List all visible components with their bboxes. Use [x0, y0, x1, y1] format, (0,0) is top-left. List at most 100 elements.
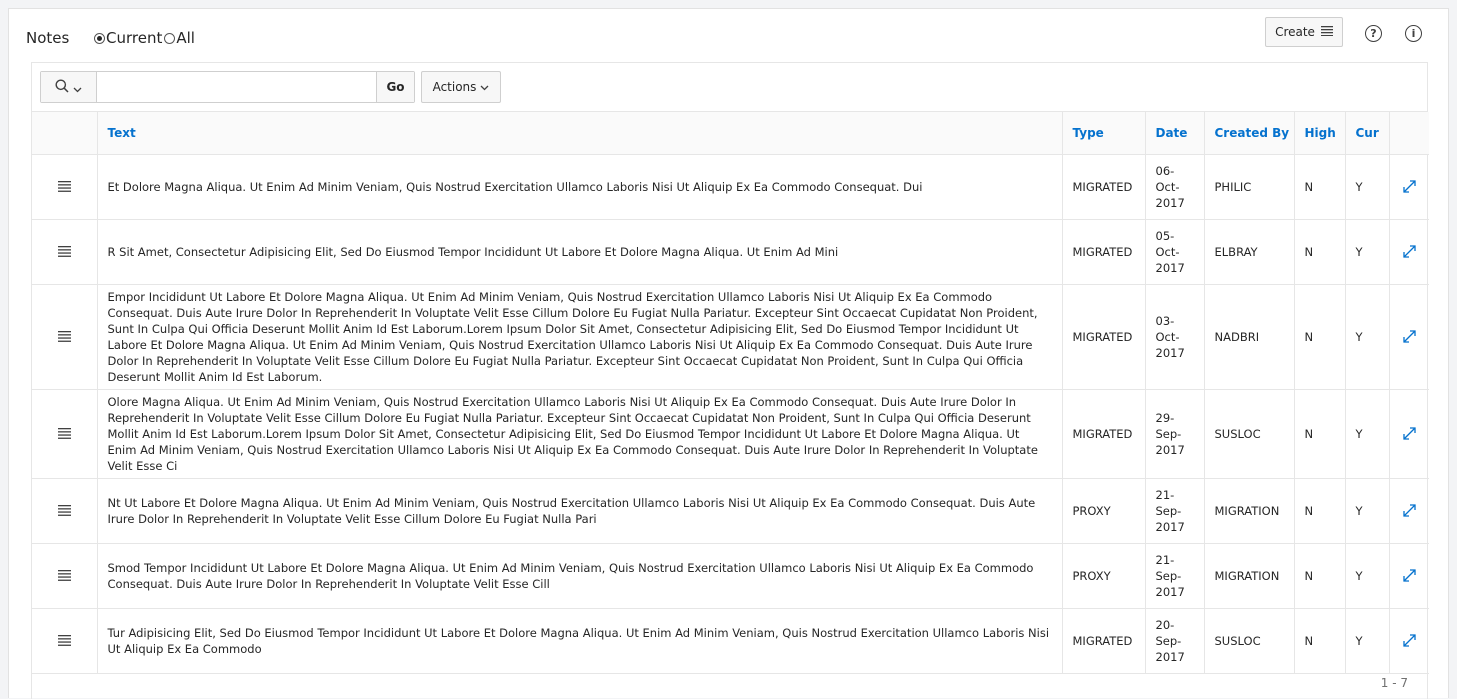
- radio-all[interactable]: All: [164, 29, 195, 47]
- cell-text: Et Dolore Magna Aliqua. Ut Enim Ad Minim…: [97, 154, 1063, 220]
- column-header-date[interactable]: Date: [1145, 112, 1205, 155]
- column-header-menu: [32, 112, 98, 155]
- expand-arrows-icon[interactable]: [1400, 568, 1420, 583]
- expand-cell: [1389, 608, 1429, 674]
- expand-arrows-icon[interactable]: [1400, 633, 1420, 648]
- cell-type: MIGRATED: [1062, 608, 1146, 674]
- row-menu-icon[interactable]: [42, 246, 87, 257]
- cell-date: 20-Sep-2017: [1145, 608, 1205, 674]
- search-input[interactable]: [97, 72, 376, 102]
- row-menu-cell: [32, 219, 98, 285]
- cell-text: Tur Adipisicing Elit, Sed Do Eiusmod Tem…: [97, 608, 1063, 674]
- row-menu-cell: [32, 154, 98, 220]
- cell-created-by: SUSLOC: [1204, 389, 1295, 479]
- column-header-high[interactable]: High: [1294, 112, 1346, 155]
- column-header-created-by[interactable]: Created By: [1204, 112, 1295, 155]
- cell-high: N: [1294, 284, 1346, 390]
- table-row: Olore Magna Aliqua. Ut Enim Ad Minim Ven…: [32, 389, 1429, 479]
- interactive-report: Go Actions Text Type Date Created By Hig…: [31, 62, 1429, 699]
- cell-high: N: [1294, 608, 1346, 674]
- cell-cur: Y: [1345, 608, 1390, 674]
- actions-button[interactable]: Actions: [421, 71, 501, 103]
- row-menu-icon[interactable]: [42, 428, 87, 439]
- cell-cur: Y: [1345, 219, 1390, 285]
- cell-text: Olore Magna Aliqua. Ut Enim Ad Minim Ven…: [97, 389, 1063, 479]
- expand-cell: [1389, 478, 1429, 544]
- info-icon[interactable]: i: [1405, 25, 1422, 42]
- cell-created-by: NADBRI: [1204, 284, 1295, 390]
- expand-arrows-icon[interactable]: [1400, 503, 1420, 518]
- row-menu-icon[interactable]: [42, 635, 87, 646]
- column-header-cur[interactable]: Cur: [1345, 112, 1390, 155]
- cell-cur: Y: [1345, 478, 1390, 544]
- table-row: Empor Incididunt Ut Labore Et Dolore Mag…: [32, 284, 1429, 390]
- expand-arrows-icon[interactable]: [1400, 179, 1420, 194]
- filter-radio-group: Current All: [94, 29, 197, 47]
- chevron-down-icon: [480, 80, 489, 94]
- cell-created-by: ELBRAY: [1204, 219, 1295, 285]
- expand-arrows-icon[interactable]: [1400, 329, 1420, 344]
- region-title: Notes: [26, 29, 70, 47]
- cell-type: MIGRATED: [1062, 219, 1146, 285]
- create-button-label: Create: [1275, 25, 1315, 39]
- go-button[interactable]: Go: [376, 72, 414, 102]
- cell-created-by: MIGRATION: [1204, 478, 1295, 544]
- row-menu-cell: [32, 543, 98, 609]
- cell-cur: Y: [1345, 543, 1390, 609]
- cell-high: N: [1294, 389, 1346, 479]
- cell-high: N: [1294, 219, 1346, 285]
- cell-created-by: PHILIC: [1204, 154, 1295, 220]
- search-column-selector[interactable]: [41, 72, 97, 102]
- expand-arrows-icon[interactable]: [1400, 244, 1420, 259]
- search-box: Go: [40, 71, 415, 103]
- cell-high: N: [1294, 154, 1346, 220]
- radio-current-label: Current: [106, 29, 163, 47]
- cell-created-by: MIGRATION: [1204, 543, 1295, 609]
- table-row: Tur Adipisicing Elit, Sed Do Eiusmod Tem…: [32, 608, 1429, 674]
- radio-all-label: All: [176, 29, 195, 47]
- row-menu-cell: [32, 478, 98, 544]
- cell-type: MIGRATED: [1062, 284, 1146, 390]
- radio-current[interactable]: Current: [94, 29, 162, 47]
- table-header-row: Text Type Date Created By High Cur: [32, 112, 1429, 155]
- row-menu-cell: [32, 389, 98, 479]
- row-menu-cell: [32, 608, 98, 674]
- region-header: Notes Current All Create ? i: [9, 9, 1448, 62]
- notes-table: Text Type Date Created By High Cur Et Do…: [32, 112, 1429, 674]
- row-menu-icon[interactable]: [42, 570, 87, 581]
- cell-text: Empor Incididunt Ut Labore Et Dolore Mag…: [97, 284, 1063, 390]
- search-icon: [55, 78, 69, 97]
- column-header-text[interactable]: Text: [97, 112, 1063, 155]
- cell-type: MIGRATED: [1062, 154, 1146, 220]
- cell-created-by: SUSLOC: [1204, 608, 1295, 674]
- cell-type: PROXY: [1062, 543, 1146, 609]
- cell-high: N: [1294, 543, 1346, 609]
- create-button[interactable]: Create: [1265, 17, 1343, 47]
- cell-high: N: [1294, 478, 1346, 544]
- cell-date: 03-Oct-2017: [1145, 284, 1205, 390]
- expand-cell: [1389, 543, 1429, 609]
- radio-current-indicator[interactable]: [94, 32, 105, 44]
- cell-date: 21-Sep-2017: [1145, 478, 1205, 544]
- cell-text: Nt Ut Labore Et Dolore Magna Aliqua. Ut …: [97, 478, 1063, 544]
- cell-date: 05-Oct-2017: [1145, 219, 1205, 285]
- cell-text: R Sit Amet, Consectetur Adipisicing Elit…: [97, 219, 1063, 285]
- row-menu-icon[interactable]: [42, 505, 87, 516]
- pagination-range: 1 - 7: [1380, 676, 1408, 690]
- cell-type: PROXY: [1062, 478, 1146, 544]
- actions-button-label: Actions: [432, 80, 477, 94]
- row-menu-icon[interactable]: [42, 331, 87, 342]
- row-menu-icon[interactable]: [42, 181, 87, 192]
- table-row: Nt Ut Labore Et Dolore Magna Aliqua. Ut …: [32, 478, 1429, 544]
- expand-cell: [1389, 219, 1429, 285]
- column-header-type[interactable]: Type: [1062, 112, 1146, 155]
- column-header-link: [1389, 112, 1429, 155]
- cell-date: 06-Oct-2017: [1145, 154, 1205, 220]
- expand-arrows-icon[interactable]: [1400, 426, 1420, 441]
- cell-cur: Y: [1345, 284, 1390, 390]
- radio-all-indicator[interactable]: [164, 32, 176, 44]
- expand-cell: [1389, 389, 1429, 479]
- chevron-down-icon: [73, 78, 82, 97]
- help-icon[interactable]: ?: [1365, 25, 1382, 42]
- table-row: Et Dolore Magna Aliqua. Ut Enim Ad Minim…: [32, 154, 1429, 220]
